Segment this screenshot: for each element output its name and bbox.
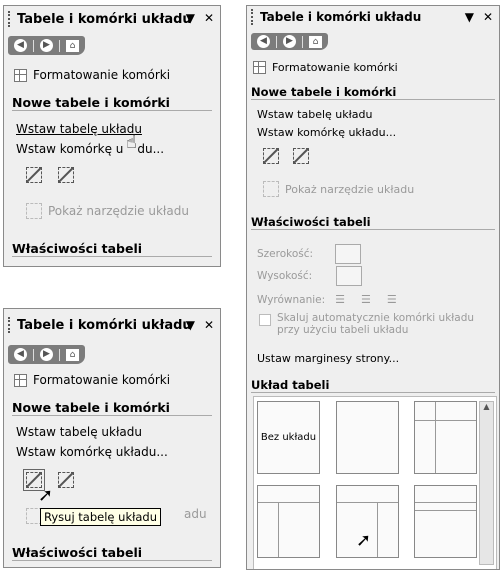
format-cell-label: Formatowanie komórki [272, 61, 398, 74]
dropdown-icon[interactable]: ▼ [186, 318, 195, 332]
insert-cell-link[interactable]: Wstaw komórkę układu... [257, 126, 396, 139]
home-icon[interactable]: ⌂ [309, 35, 322, 48]
scroll-up-icon[interactable]: ▲ [480, 402, 493, 411]
layout-option-sidebar-left[interactable] [257, 485, 320, 558]
dropdown-icon[interactable]: ▼ [186, 11, 195, 25]
back-arrow-icon[interactable]: ◀ [257, 35, 270, 48]
show-layout-tool[interactable]: Pokaż narzędzie układu [263, 181, 414, 197]
insert-table-link[interactable]: Wstaw tabelę układu [16, 122, 142, 136]
show-layout-tool-label: Pokaż narzędzie układu [285, 182, 415, 196]
close-icon[interactable]: ✕ [204, 11, 214, 25]
cell-format-icon [14, 68, 27, 82]
section-table-properties: Właściwości tabeli [251, 215, 495, 230]
alignment-label: Wyrównanie: [257, 293, 326, 306]
section-table-properties: Właściwości tabeli [12, 545, 212, 561]
nav-bar: ◀ ▶ ⌂ [8, 345, 85, 364]
panel-titlebar[interactable]: Tabele i komórki układu ▼ ✕ [4, 6, 220, 32]
drag-grip-icon[interactable] [8, 11, 13, 27]
drag-grip-icon[interactable] [251, 9, 256, 25]
alignment-field: Wyrównanie: ☰ ☰ ☰ [257, 293, 397, 306]
panel-right: Tabele i komórki układu ▼ ✕ ◀ ▶ ⌂ Formato… [246, 5, 500, 570]
page-margins-link[interactable]: Ustaw marginesy strony... [257, 352, 399, 365]
format-cell-link[interactable]: Formatowanie komórki [253, 61, 398, 74]
panel-top-left: Tabele i komórki układu ▼ ✕ ◀ ▶ ⌂ Formato… [3, 5, 221, 267]
insert-table-link[interactable]: Wstaw tabelę układu [257, 108, 372, 121]
format-cell-link[interactable]: Formatowanie komórki [14, 373, 170, 387]
draw-layout-cell-icon[interactable] [58, 167, 74, 183]
forward-arrow-icon[interactable]: ▶ [283, 35, 296, 48]
back-arrow-icon[interactable]: ◀ [14, 348, 27, 361]
layout-gallery: Bez układu ▲ ➚ [253, 396, 497, 569]
forward-arrow-icon[interactable]: ▶ [40, 348, 53, 361]
show-layout-tool-label: Pokaż narzędzie układu [48, 204, 189, 218]
close-icon[interactable]: ✕ [204, 318, 214, 332]
mouse-pointer-icon: ➚ [38, 485, 54, 506]
section-new-tables: Nowe tabele i komórki [12, 400, 212, 416]
draw-layout-table-icon[interactable] [26, 167, 42, 183]
no-layout-label: Bez układu [260, 432, 317, 443]
panel-title: Tabele i komórki układu [260, 10, 422, 24]
width-input[interactable] [335, 244, 362, 264]
format-cell-label: Formatowanie komórki [33, 373, 171, 387]
width-label: Szerokość: [257, 248, 314, 260]
back-arrow-icon[interactable]: ◀ [14, 39, 27, 52]
cell-format-icon [253, 61, 266, 74]
format-cell-label: Formatowanie komórki [33, 68, 171, 82]
panel-titlebar[interactable]: Tabele i komórki układu ▼ ✕ [4, 309, 220, 341]
layout-scrollbar[interactable]: ▲ [479, 401, 494, 565]
nav-bar: ◀ ▶ ⌂ [8, 36, 85, 55]
drag-grip-icon[interactable] [8, 317, 13, 333]
insert-cell-link[interactable]: Wstaw komórkę u du... [16, 142, 164, 156]
layout-option-sidebar-top[interactable] [414, 401, 477, 474]
insert-cell-label-start: Wstaw komórkę u [16, 142, 124, 156]
cell-format-icon [14, 373, 27, 387]
layout-option-none[interactable]: Bez układu [257, 401, 320, 474]
layout-tool-icon [263, 181, 279, 197]
insert-table-link[interactable]: Wstaw tabelę układu [16, 425, 142, 439]
section-table-layout: Układ tabeli [251, 378, 495, 393]
hand-pointer-icon: ☝ [126, 132, 137, 153]
height-label: Wysokość: [257, 270, 313, 282]
insert-cell-link[interactable]: Wstaw komórkę układu... [16, 445, 168, 459]
show-layout-tool[interactable]: Pokaż narzędzie układu [26, 203, 189, 219]
section-new-tables: Nowe tabele i komórki [12, 95, 212, 111]
draw-layout-table-icon[interactable] [263, 148, 279, 164]
panel-bottom-left: Tabele i komórki układu ▼ ✕ ◀ ▶ ⌂ Formato… [3, 308, 221, 568]
dropdown-icon[interactable]: ▼ [465, 10, 474, 24]
home-icon[interactable]: ⌂ [66, 39, 79, 52]
mouse-pointer-icon: ➚ [356, 530, 372, 551]
align-center-icon[interactable]: ☰ [361, 293, 371, 306]
close-icon[interactable]: ✕ [483, 10, 493, 24]
draw-layout-cell-icon[interactable] [293, 148, 309, 164]
forward-arrow-icon[interactable]: ▶ [40, 39, 53, 52]
show-layout-tool-label: adu [184, 507, 207, 521]
layout-tool-icon [26, 203, 42, 219]
tooltip: Rysuj tabelę układu [40, 508, 162, 526]
panel-title: Tabele i komórki układu [17, 11, 192, 27]
section-table-properties: Właściwości tabeli [12, 241, 212, 257]
autoscale-option[interactable]: Skaluj automatycznie komórki układu przy… [259, 312, 484, 336]
height-input[interactable] [336, 266, 363, 286]
align-right-icon[interactable]: ☰ [387, 293, 397, 306]
height-field: Wysokość: [257, 266, 363, 286]
insert-cell-label-end: du... [137, 142, 165, 156]
draw-layout-cell-icon[interactable] [58, 472, 74, 488]
width-field: Szerokość: [257, 244, 362, 264]
layout-option-single[interactable] [336, 401, 399, 474]
section-new-tables: Nowe tabele i komórki [251, 85, 495, 100]
panel-title: Tabele i komórki układu [17, 317, 192, 333]
home-icon[interactable]: ⌂ [66, 348, 79, 361]
autoscale-label: Skaluj automatycznie komórki układu przy… [277, 312, 475, 336]
nav-bar: ◀ ▶ ⌂ [251, 33, 328, 50]
autoscale-checkbox[interactable] [259, 314, 271, 326]
format-cell-link[interactable]: Formatowanie komórki [14, 68, 170, 82]
align-left-icon[interactable]: ☰ [335, 293, 345, 306]
panel-titlebar[interactable]: Tabele i komórki układu ▼ ✕ [247, 6, 499, 28]
layout-option-header-footer[interactable] [414, 485, 477, 558]
